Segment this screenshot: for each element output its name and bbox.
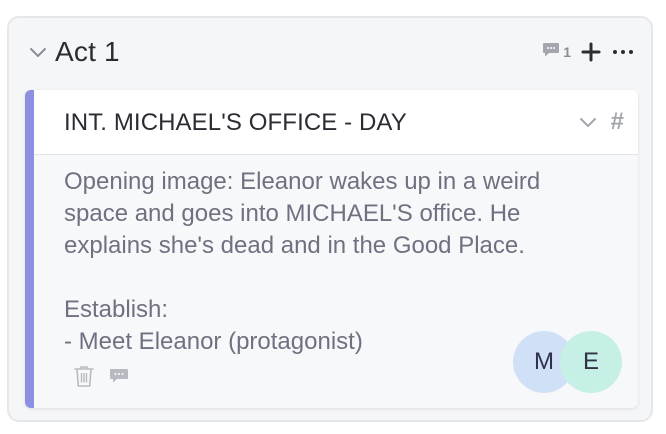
scene-summary-text[interactable]: Opening image: Eleanor wakes up in a wei… bbox=[64, 166, 604, 358]
scene-number-hash-button[interactable]: # bbox=[611, 108, 624, 136]
scene-heading[interactable]: INT. MICHAEL'S OFFICE - DAY bbox=[64, 108, 407, 138]
scene-heading-actions: # bbox=[577, 108, 624, 136]
scene-color-accent bbox=[25, 90, 34, 408]
add-scene-plus-icon[interactable] bbox=[581, 42, 601, 62]
scene-footer bbox=[73, 364, 129, 388]
scene-card[interactable]: INT. MICHAEL'S OFFICE - DAY # Opening im… bbox=[25, 90, 638, 408]
scene-collapse-chevron-down-icon[interactable] bbox=[577, 111, 599, 133]
act-title[interactable]: Act 1 bbox=[55, 34, 120, 70]
act-collapse-chevron-down-icon[interactable] bbox=[27, 41, 49, 63]
comment-icon bbox=[542, 42, 560, 63]
act-panel: Act 1 1 INT. MICHAEL'S OFFICE - DAY # Op… bbox=[7, 16, 653, 422]
scene-comment-icon[interactable] bbox=[109, 367, 129, 385]
act-header-actions: 1 bbox=[542, 40, 635, 64]
scene-heading-bar: INT. MICHAEL'S OFFICE - DAY # bbox=[34, 90, 638, 155]
more-horizontal-icon[interactable] bbox=[611, 42, 635, 62]
delete-scene-trash-icon[interactable] bbox=[73, 364, 95, 388]
comment-count: 1 bbox=[563, 44, 571, 60]
collaborator-avatars: M E bbox=[513, 331, 623, 395]
avatar-e[interactable]: E bbox=[560, 331, 622, 393]
act-header: Act 1 1 bbox=[9, 18, 651, 90]
act-comments-button[interactable]: 1 bbox=[542, 42, 571, 63]
